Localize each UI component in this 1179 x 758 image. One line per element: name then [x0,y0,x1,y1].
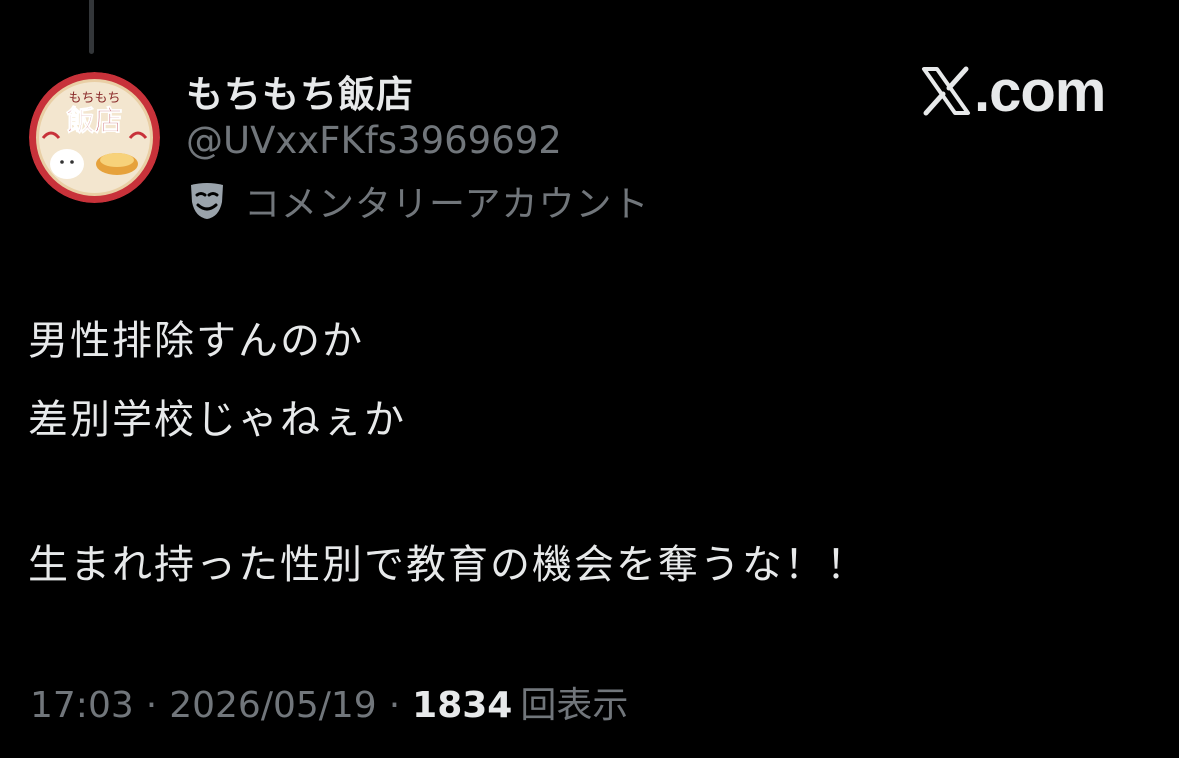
account-label: コメンタリーアカウント [244,184,650,225]
author-handle[interactable]: @UVxxFKfs3969692 [186,119,562,162]
theater-mask-icon [191,183,223,219]
meta-separator: · [145,685,158,726]
views-count[interactable]: 1834 [412,685,512,726]
post-meta: 17:03 · 2026/05/19 · 1834 回表示 [30,676,628,728]
post-time[interactable]: 17:03 [30,685,134,726]
meta-separator: · [388,685,401,726]
account-label-row: コメンタリーアカウント [186,176,650,226]
avatar-text-main: 飯店 [66,104,122,137]
post-text-line-1: 男性排除すんのか [28,318,364,364]
brand-watermark: .com [920,56,1106,126]
post-text-line-2: 差別学校じゃねぇか [28,397,406,443]
post-date[interactable]: 2026/05/19 [169,685,377,726]
brand-domain-text: .com [974,58,1106,124]
views-label[interactable]: 回表示 [520,676,628,728]
x-logo-icon [922,66,970,116]
thread-connector-line [89,0,94,54]
avatar[interactable]: もちもち 飯店 [29,72,160,203]
post-text-line-3: 生まれ持った性別で教育の機会を奪うな！！ [28,542,868,588]
author-display-name[interactable]: もちもち飯店 [186,64,414,118]
